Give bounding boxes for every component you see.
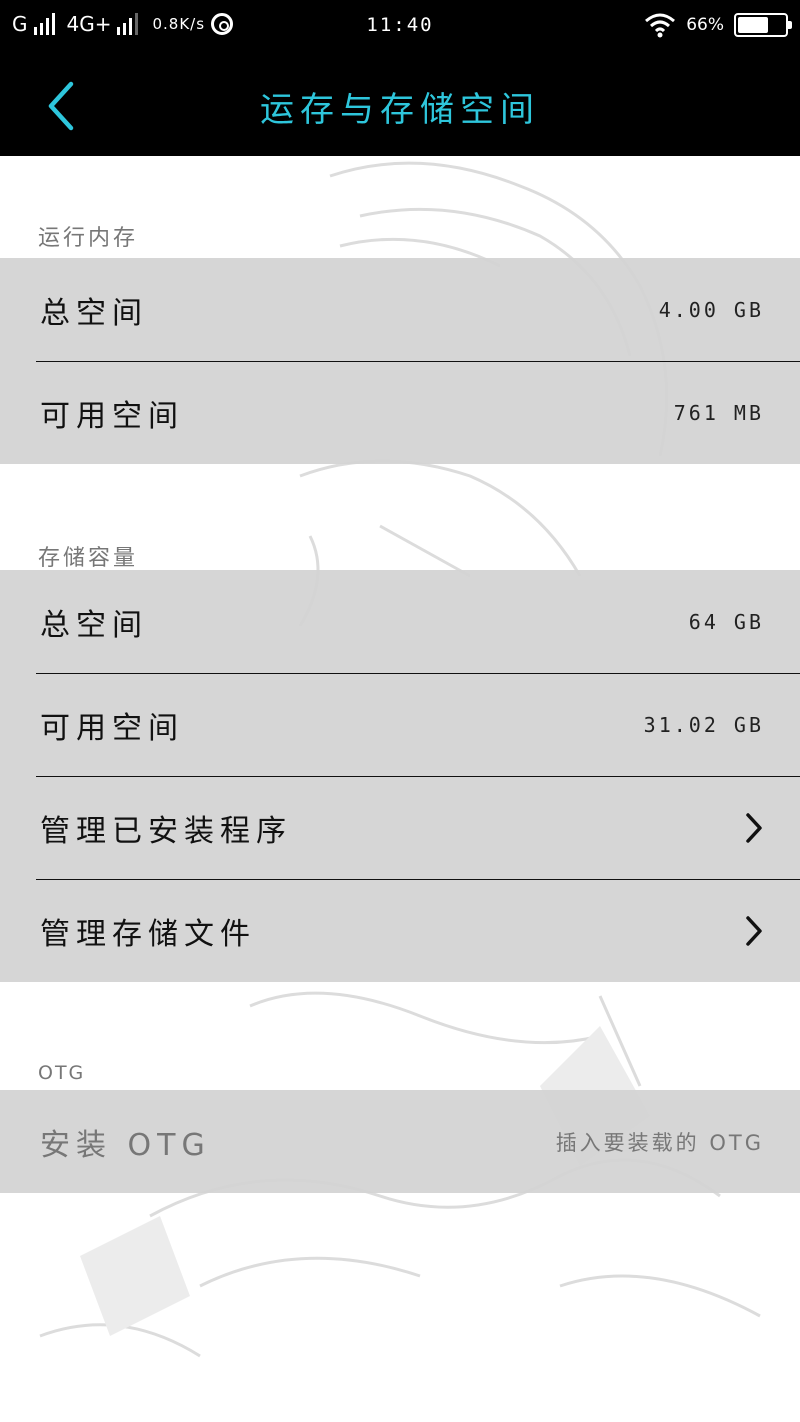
ram-total-row: 总空间 4.00 GB bbox=[0, 258, 800, 361]
storage-available-row: 可用空间 31.02 GB bbox=[36, 673, 800, 776]
ram-available-value: 761 MB bbox=[673, 401, 764, 425]
battery-percent: 66% bbox=[686, 15, 724, 35]
section-label-ram: 运行内存 bbox=[38, 226, 139, 251]
chevron-right-icon bbox=[746, 916, 762, 946]
storage-total-value: 64 GB bbox=[688, 609, 764, 634]
storage-available-label: 可用空间 bbox=[40, 711, 184, 746]
manage-storage-files-row[interactable]: 管理存储文件 bbox=[36, 879, 800, 982]
ram-total-value: 4.00 GB bbox=[658, 297, 764, 322]
title-bar: 运存与存储空间 bbox=[0, 56, 800, 156]
otg-group: 安装 OTG 插入要装载的 OTG bbox=[0, 1090, 800, 1193]
install-otg-row[interactable]: 安装 OTG 插入要装载的 OTG bbox=[0, 1090, 800, 1193]
section-label-storage: 存储容量 bbox=[38, 546, 139, 571]
ram-total-label: 总空间 bbox=[40, 295, 148, 331]
manage-installed-apps-label: 管理已安装程序 bbox=[40, 814, 292, 849]
ram-available-row: 可用空间 761 MB bbox=[36, 361, 800, 464]
install-otg-label: 安装 OTG bbox=[40, 1127, 211, 1163]
status-right: 66% bbox=[644, 12, 792, 38]
storage-group: 总空间 64 GB 可用空间 31.02 GB 管理已安装程序 管理存储文件 bbox=[0, 570, 800, 982]
chevron-right-icon bbox=[746, 813, 762, 843]
ram-available-label: 可用空间 bbox=[40, 399, 184, 434]
manage-installed-apps-row[interactable]: 管理已安装程序 bbox=[36, 776, 800, 879]
content-area: 运行内存 总空间 4.00 GB 可用空间 761 MB 存储容量 总空间 64… bbox=[0, 156, 800, 1422]
status-bar: G 4G+ 0.8K/s 11:40 66% bbox=[0, 0, 800, 56]
storage-total-label: 总空间 bbox=[40, 607, 148, 643]
storage-available-value: 31.02 GB bbox=[643, 713, 764, 737]
manage-storage-files-label: 管理存储文件 bbox=[40, 917, 256, 952]
battery-icon bbox=[734, 13, 792, 37]
ram-group: 总空间 4.00 GB 可用空间 761 MB bbox=[0, 258, 800, 464]
section-label-otg: OTG bbox=[38, 1062, 86, 1084]
wifi-icon bbox=[645, 13, 676, 38]
page-title: 运存与存储空间 bbox=[260, 90, 540, 130]
install-otg-hint: 插入要装载的 OTG bbox=[555, 1130, 764, 1155]
battery-fill bbox=[738, 17, 769, 33]
storage-total-row: 总空间 64 GB bbox=[0, 570, 800, 673]
